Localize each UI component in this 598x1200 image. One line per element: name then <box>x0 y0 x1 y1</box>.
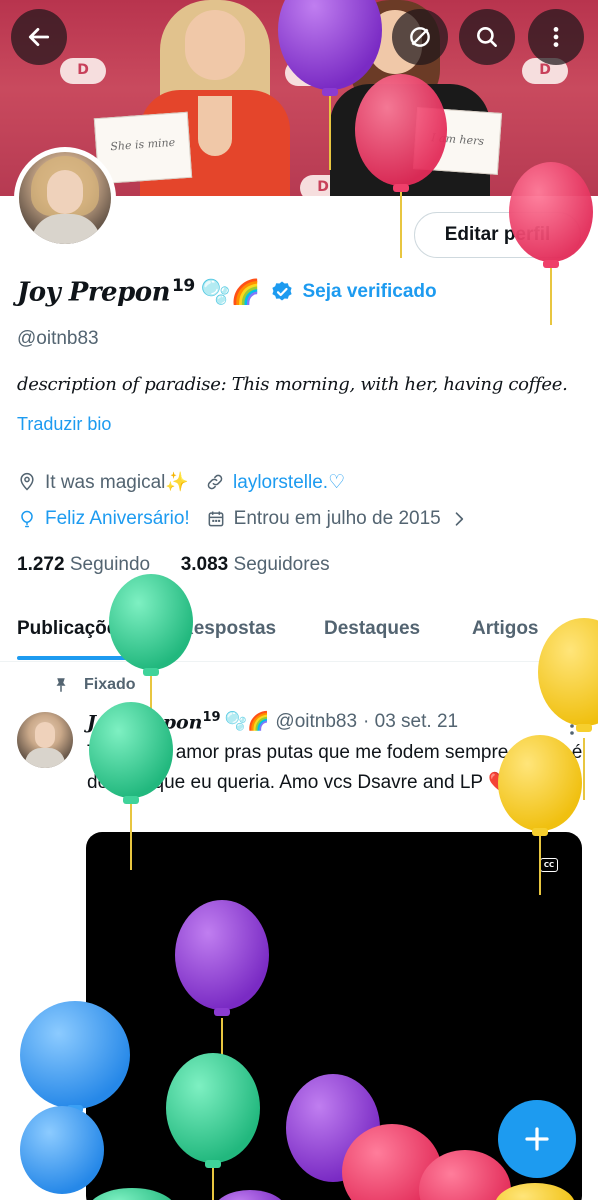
calendar-icon <box>208 511 224 527</box>
no-sensitive-icon <box>410 27 430 47</box>
plus-icon <box>525 1127 549 1151</box>
avatar-detail <box>47 170 83 214</box>
get-verified-link[interactable]: Seja verificado <box>302 281 436 303</box>
display-name: Joy Prepon 19 <box>17 276 195 308</box>
sensitive-toggle-button[interactable] <box>392 9 448 65</box>
website-link[interactable]: laylorstelle.♡ <box>233 471 345 494</box>
post-more-icon[interactable] <box>560 714 584 738</box>
link-icon <box>207 474 223 490</box>
post-author-name[interactable]: Joy Prepon19 <box>87 710 221 733</box>
joined-date: Entrou em julho de 2015 <box>233 508 441 529</box>
post-text: Todo meu amor pras putas que me fodem se… <box>87 742 583 793</box>
sign-text: She is mine <box>109 135 176 154</box>
post-author-handle: @oitnb83 <box>275 710 358 732</box>
post-author-avatar[interactable] <box>17 712 73 768</box>
tab-posts[interactable]: Publicações <box>17 618 128 640</box>
banner-detail <box>185 10 245 80</box>
post-author-emojis: 🫧🌈 <box>224 711 270 733</box>
pinned-label: Fixado <box>84 676 136 693</box>
following-link[interactable]: 1.272 Seguindo <box>17 554 150 575</box>
balloon-icon <box>21 510 33 528</box>
profile-bio: description of paradise: This morning, w… <box>17 374 568 395</box>
name-superscript: 19 <box>172 276 195 297</box>
more-button[interactable] <box>528 9 584 65</box>
following-label: Seguindo <box>69 554 151 575</box>
post-author-superscript: 19 <box>202 710 221 725</box>
banner-detail <box>198 96 232 156</box>
banner-cloud <box>60 58 106 84</box>
verified-badge-icon[interactable] <box>270 280 294 304</box>
tab-replies[interactable]: Respostas <box>180 618 276 640</box>
profile-tabs: Publicações Respostas Destaques Artigos <box>0 600 598 662</box>
closed-captions-button[interactable]: CC <box>540 858 558 872</box>
avatar-detail <box>25 748 65 768</box>
search-button[interactable] <box>459 9 515 65</box>
back-button[interactable] <box>11 9 67 65</box>
post-date[interactable]: · 03 set. 21 <box>363 711 458 733</box>
search-icon <box>477 27 497 47</box>
profile-meta-row: It was magical✨ laylorstelle.♡ <box>17 470 345 494</box>
chevron-right-icon[interactable] <box>449 509 469 529</box>
avatar-image <box>19 152 111 244</box>
post-header: Joy Prepon19 🫧🌈 @oitnb83 · 03 set. 21 <box>87 710 458 733</box>
followers-label: Seguidores <box>233 554 330 575</box>
post-author-name-text: Joy Prepon <box>87 711 203 734</box>
arrow-left-icon <box>28 28 50 46</box>
tab-highlights[interactable]: Destaques <box>324 618 420 640</box>
profile-handle: @oitnb83 <box>17 328 99 349</box>
birthday-text[interactable]: Feliz Aniversário! <box>45 508 190 530</box>
pin-icon <box>56 678 66 692</box>
following-count: 1.272 <box>17 554 65 575</box>
followers-count: 3.083 <box>180 554 229 575</box>
more-vertical-icon <box>553 27 559 47</box>
compose-button[interactable] <box>498 1100 576 1178</box>
profile-name-row: Joy Prepon 19 🫧🌈 Seja verificado <box>17 272 437 312</box>
location-text: It was magical✨ <box>45 472 190 493</box>
bio-text: : This morning, with her, having coffee. <box>220 374 568 395</box>
follow-stats: 1.272 Seguindo 3.083 Seguidores <box>17 554 330 576</box>
name-emojis: 🫧🌈 <box>200 278 261 306</box>
display-name-text: Joy Prepon <box>17 277 171 308</box>
sign-text: I am hers <box>430 131 485 148</box>
avatar-detail <box>35 722 55 748</box>
profile-meta-row: Feliz Aniversário! Entrou em julho de 20… <box>17 508 469 530</box>
translate-bio-link[interactable]: Traduzir bio <box>17 414 111 435</box>
followers-link[interactable]: 3.083 Seguidores <box>181 554 330 575</box>
profile-avatar[interactable] <box>14 147 116 249</box>
banner-sign-right: I am hers <box>412 107 503 175</box>
avatar-detail <box>31 214 101 244</box>
edit-profile-button[interactable]: Editar perfil <box>414 212 581 258</box>
location-icon <box>20 472 34 491</box>
banner-cloud <box>285 60 331 86</box>
pinned-indicator: Fixado <box>52 676 136 694</box>
tab-articles[interactable]: Artigos <box>472 618 539 640</box>
active-tab-indicator <box>17 656 145 660</box>
bio-highlight: description of paradise <box>17 374 221 395</box>
